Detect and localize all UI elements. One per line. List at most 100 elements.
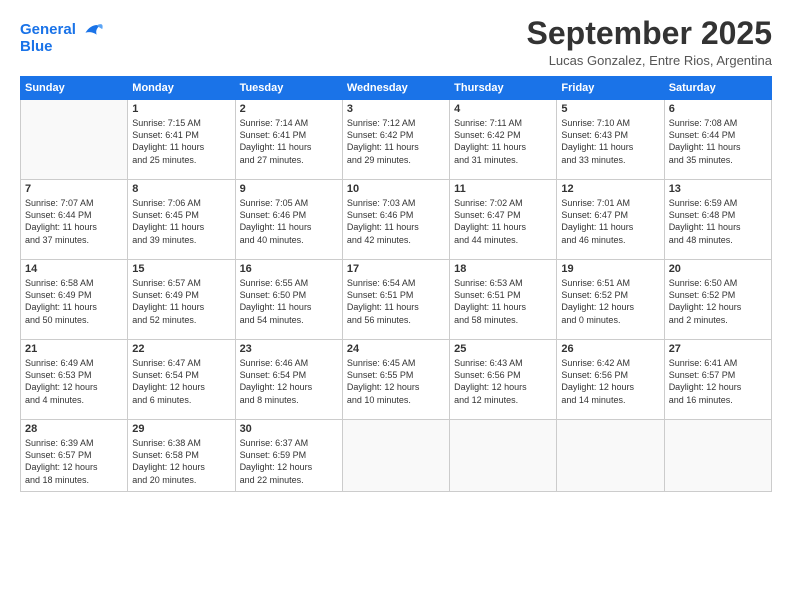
calendar-cell: 30 Sunrise: 6:37 AMSunset: 6:59 PMDayligh… xyxy=(235,420,342,492)
col-thursday: Thursday xyxy=(450,77,557,100)
cell-info: Sunrise: 7:05 AMSunset: 6:46 PMDaylight:… xyxy=(240,197,338,246)
day-number: 28 xyxy=(25,423,123,435)
day-number: 2 xyxy=(240,103,338,115)
calendar-cell xyxy=(557,420,664,492)
calendar-cell xyxy=(342,420,449,492)
calendar-cell: 2 Sunrise: 7:14 AMSunset: 6:41 PMDaylight… xyxy=(235,100,342,180)
day-number: 18 xyxy=(454,263,552,275)
calendar-cell: 19 Sunrise: 6:51 AMSunset: 6:52 PMDayligh… xyxy=(557,260,664,340)
calendar-cell: 5 Sunrise: 7:10 AMSunset: 6:43 PMDaylight… xyxy=(557,100,664,180)
calendar-cell: 15 Sunrise: 6:57 AMSunset: 6:49 PMDayligh… xyxy=(128,260,235,340)
calendar-week-row: 28Sunrise: 6:39 AMSunset: 6:57 PMDayligh… xyxy=(21,420,772,492)
cell-info: Sunrise: 7:12 AMSunset: 6:42 PMDaylight:… xyxy=(347,117,445,166)
cell-info: Sunrise: 7:08 AMSunset: 6:44 PMDaylight:… xyxy=(669,117,767,166)
calendar-week-row: 1Sunrise: 7:15 AMSunset: 6:41 PMDaylight… xyxy=(21,100,772,180)
cell-info: Sunrise: 6:55 AMSunset: 6:50 PMDaylight:… xyxy=(240,277,338,326)
calendar-cell xyxy=(21,100,128,180)
calendar-cell: 3 Sunrise: 7:12 AMSunset: 6:42 PMDaylight… xyxy=(342,100,449,180)
cell-info: Sunrise: 6:46 AMSunset: 6:54 PMDaylight:… xyxy=(240,357,338,406)
day-number: 3 xyxy=(347,103,445,115)
cell-info: Sunrise: 6:53 AMSunset: 6:51 PMDaylight:… xyxy=(454,277,552,326)
day-number: 11 xyxy=(454,183,552,195)
day-number: 5 xyxy=(561,103,659,115)
calendar-week-row: 21 Sunrise: 6:49 AMSunset: 6:53 PMDayligh… xyxy=(21,340,772,420)
day-number: 14 xyxy=(25,263,123,275)
calendar-cell: 22 Sunrise: 6:47 AMSunset: 6:54 PMDayligh… xyxy=(128,340,235,420)
page: General Blue September 2025 Lucas Gonzal… xyxy=(0,0,792,612)
calendar-cell: 23 Sunrise: 6:46 AMSunset: 6:54 PMDayligh… xyxy=(235,340,342,420)
cell-info: Sunrise: 7:10 AMSunset: 6:43 PMDaylight:… xyxy=(561,117,659,166)
col-sunday: Sunday xyxy=(21,77,128,100)
day-number: 26 xyxy=(561,343,659,355)
cell-info: Sunrise: 6:37 AMSunset: 6:59 PMDaylight:… xyxy=(240,437,338,486)
cell-info: Sunrise: 6:42 AMSunset: 6:56 PMDaylight:… xyxy=(561,357,659,406)
calendar-cell: 6 Sunrise: 7:08 AMSunset: 6:44 PMDaylight… xyxy=(664,100,771,180)
day-number: 23 xyxy=(240,343,338,355)
calendar-week-row: 14 Sunrise: 6:58 AMSunset: 6:49 PMDayligh… xyxy=(21,260,772,340)
day-number: 25 xyxy=(454,343,552,355)
calendar-table: Sunday Monday Tuesday Wednesday Thursday… xyxy=(20,76,772,492)
calendar-cell: 27 Sunrise: 6:41 AMSunset: 6:57 PMDayligh… xyxy=(664,340,771,420)
cell-info: Sunrise: 6:57 AMSunset: 6:49 PMDaylight:… xyxy=(132,277,230,326)
calendar-cell: 4 Sunrise: 7:11 AMSunset: 6:42 PMDaylight… xyxy=(450,100,557,180)
day-number: 10 xyxy=(347,183,445,195)
day-number: 16 xyxy=(240,263,338,275)
calendar-header-row: Sunday Monday Tuesday Wednesday Thursday… xyxy=(21,77,772,100)
calendar-cell: 11 Sunrise: 7:02 AMSunset: 6:47 PMDayligh… xyxy=(450,180,557,260)
calendar-cell: 10 Sunrise: 7:03 AMSunset: 6:46 PMDayligh… xyxy=(342,180,449,260)
calendar-cell: 18 Sunrise: 6:53 AMSunset: 6:51 PMDayligh… xyxy=(450,260,557,340)
logo-text: General xyxy=(20,21,76,39)
logo-bird-icon xyxy=(78,16,106,44)
col-saturday: Saturday xyxy=(664,77,771,100)
day-number: 12 xyxy=(561,183,659,195)
cell-info: Sunrise: 7:03 AMSunset: 6:46 PMDaylight:… xyxy=(347,197,445,246)
calendar-cell: 12 Sunrise: 7:01 AMSunset: 6:47 PMDayligh… xyxy=(557,180,664,260)
calendar-cell: 16 Sunrise: 6:55 AMSunset: 6:50 PMDayligh… xyxy=(235,260,342,340)
day-number: 4 xyxy=(454,103,552,115)
calendar-cell: 14 Sunrise: 6:58 AMSunset: 6:49 PMDayligh… xyxy=(21,260,128,340)
day-number: 19 xyxy=(561,263,659,275)
day-number: 9 xyxy=(240,183,338,195)
cell-info: Sunrise: 7:06 AMSunset: 6:45 PMDaylight:… xyxy=(132,197,230,246)
calendar-cell: 24Sunrise: 6:45 AMSunset: 6:55 PMDayligh… xyxy=(342,340,449,420)
calendar-cell: 13Sunrise: 6:59 AMSunset: 6:48 PMDayligh… xyxy=(664,180,771,260)
calendar-cell: 7 Sunrise: 7:07 AMSunset: 6:44 PMDaylight… xyxy=(21,180,128,260)
calendar-cell: 29 Sunrise: 6:38 AMSunset: 6:58 PMDayligh… xyxy=(128,420,235,492)
cell-info: Sunrise: 7:01 AMSunset: 6:47 PMDaylight:… xyxy=(561,197,659,246)
cell-info: Sunrise: 6:38 AMSunset: 6:58 PMDaylight:… xyxy=(132,437,230,486)
cell-info: Sunrise: 6:58 AMSunset: 6:49 PMDaylight:… xyxy=(25,277,123,326)
day-number: 22 xyxy=(132,343,230,355)
cell-info: Sunrise: 6:49 AMSunset: 6:53 PMDaylight:… xyxy=(25,357,123,406)
cell-info: Sunrise: 7:11 AMSunset: 6:42 PMDaylight:… xyxy=(454,117,552,166)
cell-info: Sunrise: 6:51 AMSunset: 6:52 PMDaylight:… xyxy=(561,277,659,326)
day-number: 6 xyxy=(669,103,767,115)
day-number: 27 xyxy=(669,343,767,355)
cell-info: Sunrise: 7:07 AMSunset: 6:44 PMDaylight:… xyxy=(25,197,123,246)
calendar-cell: 9 Sunrise: 7:05 AMSunset: 6:46 PMDaylight… xyxy=(235,180,342,260)
day-number: 8 xyxy=(132,183,230,195)
day-number: 30 xyxy=(240,423,338,435)
calendar-cell: 26 Sunrise: 6:42 AMSunset: 6:56 PMDayligh… xyxy=(557,340,664,420)
day-number: 13 xyxy=(669,183,767,195)
day-number: 21 xyxy=(25,343,123,355)
calendar-cell xyxy=(450,420,557,492)
col-friday: Friday xyxy=(557,77,664,100)
col-monday: Monday xyxy=(128,77,235,100)
calendar-cell: 17Sunrise: 6:54 AMSunset: 6:51 PMDayligh… xyxy=(342,260,449,340)
calendar-week-row: 7 Sunrise: 7:07 AMSunset: 6:44 PMDaylight… xyxy=(21,180,772,260)
col-wednesday: Wednesday xyxy=(342,77,449,100)
day-number: 7 xyxy=(25,183,123,195)
cell-info: Sunrise: 6:41 AMSunset: 6:57 PMDaylight:… xyxy=(669,357,767,406)
day-number: 20 xyxy=(669,263,767,275)
day-number: 15 xyxy=(132,263,230,275)
calendar-cell: 25Sunrise: 6:43 AMSunset: 6:56 PMDayligh… xyxy=(450,340,557,420)
calendar-cell: 8 Sunrise: 7:06 AMSunset: 6:45 PMDaylight… xyxy=(128,180,235,260)
calendar-cell: 20Sunrise: 6:50 AMSunset: 6:52 PMDayligh… xyxy=(664,260,771,340)
cell-info: Sunrise: 7:02 AMSunset: 6:47 PMDaylight:… xyxy=(454,197,552,246)
day-number: 29 xyxy=(132,423,230,435)
logo: General Blue xyxy=(20,16,106,56)
cell-info: Sunrise: 7:14 AMSunset: 6:41 PMDaylight:… xyxy=(240,117,338,166)
location-subtitle: Lucas Gonzalez, Entre Rios, Argentina xyxy=(527,53,772,68)
col-tuesday: Tuesday xyxy=(235,77,342,100)
cell-info: Sunrise: 6:47 AMSunset: 6:54 PMDaylight:… xyxy=(132,357,230,406)
